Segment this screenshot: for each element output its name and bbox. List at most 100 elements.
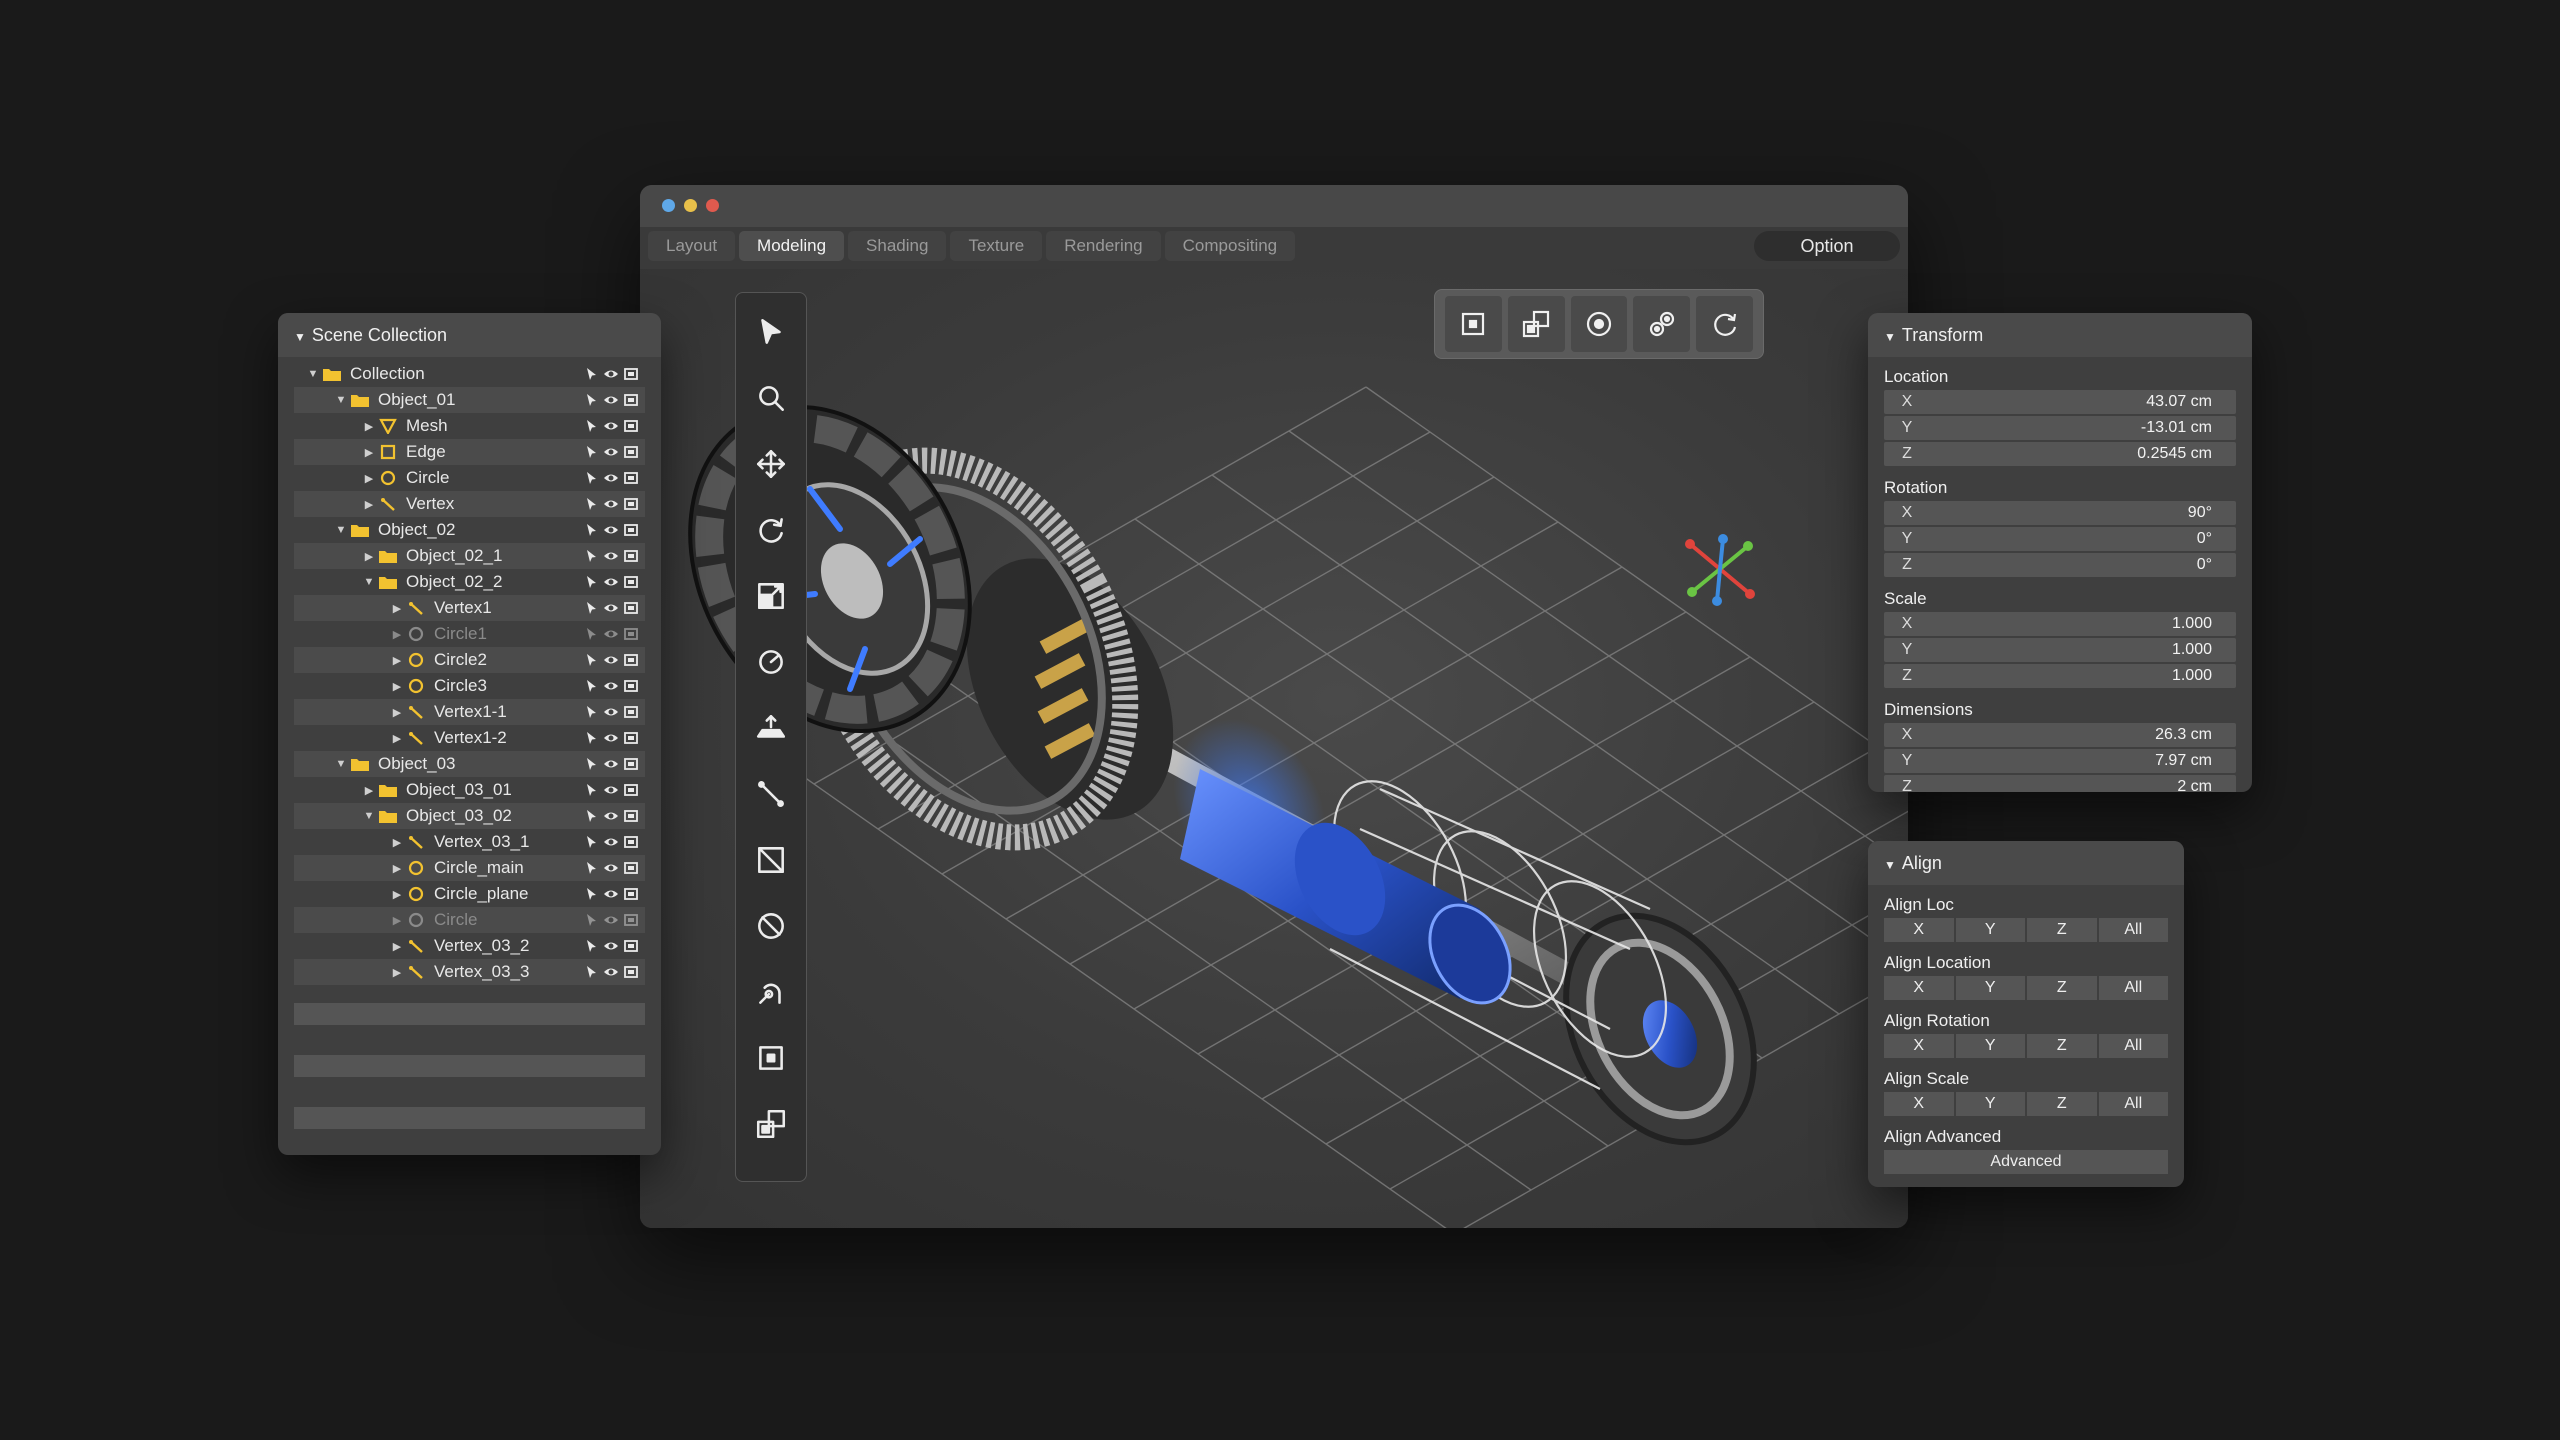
visibility-eye-icon[interactable] [603, 678, 619, 694]
visibility-eye-icon[interactable] [603, 704, 619, 720]
frame-objects-icon[interactable] [1507, 296, 1565, 352]
render-camera-icon[interactable] [623, 704, 639, 720]
expand-right-icon[interactable]: ▶ [360, 446, 378, 459]
visibility-eye-icon[interactable] [603, 600, 619, 616]
transform-field[interactable]: Y 1.000 [1884, 638, 2236, 662]
collapse-caret-icon[interactable]: ▼ [1884, 330, 1896, 344]
selectable-cursor-icon[interactable] [583, 912, 599, 928]
visibility-eye-icon[interactable] [603, 496, 619, 512]
visibility-eye-icon[interactable] [603, 756, 619, 772]
selectable-cursor-icon[interactable] [583, 886, 599, 902]
no-icon[interactable] [736, 893, 806, 959]
tab-texture[interactable]: Texture [950, 231, 1043, 261]
selectable-cursor-icon[interactable] [583, 418, 599, 434]
transform-field[interactable]: Z 0° [1884, 553, 2236, 577]
expand-right-icon[interactable]: ▶ [360, 784, 378, 797]
outliner-row[interactable]: ▶ Circle1 [294, 621, 645, 647]
visibility-eye-icon[interactable] [603, 574, 619, 590]
render-camera-icon[interactable] [623, 418, 639, 434]
expand-right-icon[interactable]: ▶ [388, 836, 406, 849]
tab-rendering[interactable]: Rendering [1046, 231, 1161, 261]
selectable-cursor-icon[interactable] [583, 626, 599, 642]
outliner-row[interactable]: ▶ Object_02_1 [294, 543, 645, 569]
expand-right-icon[interactable]: ▶ [388, 940, 406, 953]
selectable-cursor-icon[interactable] [583, 938, 599, 954]
selectable-cursor-icon[interactable] [583, 782, 599, 798]
expand-down-icon[interactable]: ▼ [360, 810, 378, 822]
align-x-button[interactable]: X [1884, 1034, 1954, 1058]
visibility-eye-icon[interactable] [603, 782, 619, 798]
visibility-eye-icon[interactable] [603, 938, 619, 954]
visibility-eye-icon[interactable] [603, 652, 619, 668]
field-value[interactable]: 26.3 cm [1930, 726, 2236, 744]
dial-icon[interactable] [736, 629, 806, 695]
align-z-button[interactable]: Z [2027, 976, 2097, 1000]
render-camera-icon[interactable] [623, 860, 639, 876]
render-camera-icon[interactable] [623, 444, 639, 460]
field-value[interactable]: 1.000 [1930, 641, 2236, 659]
expand-right-icon[interactable]: ▶ [388, 732, 406, 745]
render-camera-icon[interactable] [623, 652, 639, 668]
transform-field[interactable]: Z 1.000 [1884, 664, 2236, 688]
selectable-cursor-icon[interactable] [583, 522, 599, 538]
align-header[interactable]: ▼ Align [1868, 841, 2184, 885]
transform-field[interactable]: Y 0° [1884, 527, 2236, 551]
align-y-button[interactable]: Y [1955, 1092, 2025, 1116]
refresh-icon[interactable] [1696, 296, 1753, 352]
visibility-eye-icon[interactable] [603, 730, 619, 746]
frame-point-icon[interactable] [1445, 296, 1502, 352]
visibility-eye-icon[interactable] [603, 444, 619, 460]
selectable-cursor-icon[interactable] [583, 496, 599, 512]
outliner-row[interactable]: ▶ Circle_main [294, 855, 645, 881]
transform-field[interactable]: Y 7.97 cm [1884, 749, 2236, 773]
render-camera-icon[interactable] [623, 522, 639, 538]
expand-right-icon[interactable]: ▶ [388, 706, 406, 719]
selectable-cursor-icon[interactable] [583, 444, 599, 460]
visibility-eye-icon[interactable] [603, 392, 619, 408]
align-x-button[interactable]: X [1884, 918, 1954, 942]
outliner-row[interactable]: ▼ Collection [294, 361, 645, 387]
visibility-eye-icon[interactable] [603, 548, 619, 564]
selectable-cursor-icon[interactable] [583, 678, 599, 694]
links-icon[interactable] [1633, 296, 1691, 352]
align-all-button[interactable]: All [2098, 1034, 2168, 1058]
outliner-row[interactable]: ▼ Object_03_02 [294, 803, 645, 829]
visibility-eye-icon[interactable] [603, 808, 619, 824]
visibility-eye-icon[interactable] [603, 366, 619, 382]
selectable-cursor-icon[interactable] [583, 730, 599, 746]
selectable-cursor-icon[interactable] [583, 756, 599, 772]
render-camera-icon[interactable] [623, 392, 639, 408]
render-camera-icon[interactable] [623, 678, 639, 694]
selectable-cursor-icon[interactable] [583, 964, 599, 980]
outliner-row[interactable]: ▶ Vertex_03_2 [294, 933, 645, 959]
expand-right-icon[interactable]: ▶ [388, 966, 406, 979]
transform-field[interactable]: Z 0.2545 cm [1884, 442, 2236, 466]
align-x-button[interactable]: X [1884, 1092, 1954, 1116]
expand-down-icon[interactable]: ▼ [304, 368, 322, 380]
visibility-eye-icon[interactable] [603, 626, 619, 642]
align-all-button[interactable]: All [2098, 976, 2168, 1000]
render-camera-icon[interactable] [623, 470, 639, 486]
outliner-row[interactable]: ▶ Circle3 [294, 673, 645, 699]
origin-icon[interactable] [736, 1025, 806, 1091]
expand-right-icon[interactable]: ▶ [360, 498, 378, 511]
render-camera-icon[interactable] [623, 756, 639, 772]
selectable-cursor-icon[interactable] [583, 392, 599, 408]
visibility-eye-icon[interactable] [603, 418, 619, 434]
selectable-cursor-icon[interactable] [583, 548, 599, 564]
render-camera-icon[interactable] [623, 548, 639, 564]
transform-field[interactable]: X 43.07 cm [1884, 390, 2236, 414]
expand-right-icon[interactable]: ▶ [360, 472, 378, 485]
selectable-cursor-icon[interactable] [583, 860, 599, 876]
scene-collection-header[interactable]: ▼ Scene Collection [278, 313, 661, 357]
minimize-dot[interactable] [662, 199, 675, 212]
tab-compositing[interactable]: Compositing [1164, 231, 1296, 261]
expand-down-icon[interactable]: ▼ [360, 576, 378, 588]
3d-viewport[interactable] [640, 269, 1908, 1228]
render-camera-icon[interactable] [623, 912, 639, 928]
outliner-row[interactable]: ▶ Circle2 [294, 647, 645, 673]
field-value[interactable]: 43.07 cm [1930, 393, 2236, 411]
expand-down-icon[interactable]: ▼ [332, 524, 350, 536]
align-z-button[interactable]: Z [2027, 918, 2097, 942]
render-camera-icon[interactable] [623, 886, 639, 902]
